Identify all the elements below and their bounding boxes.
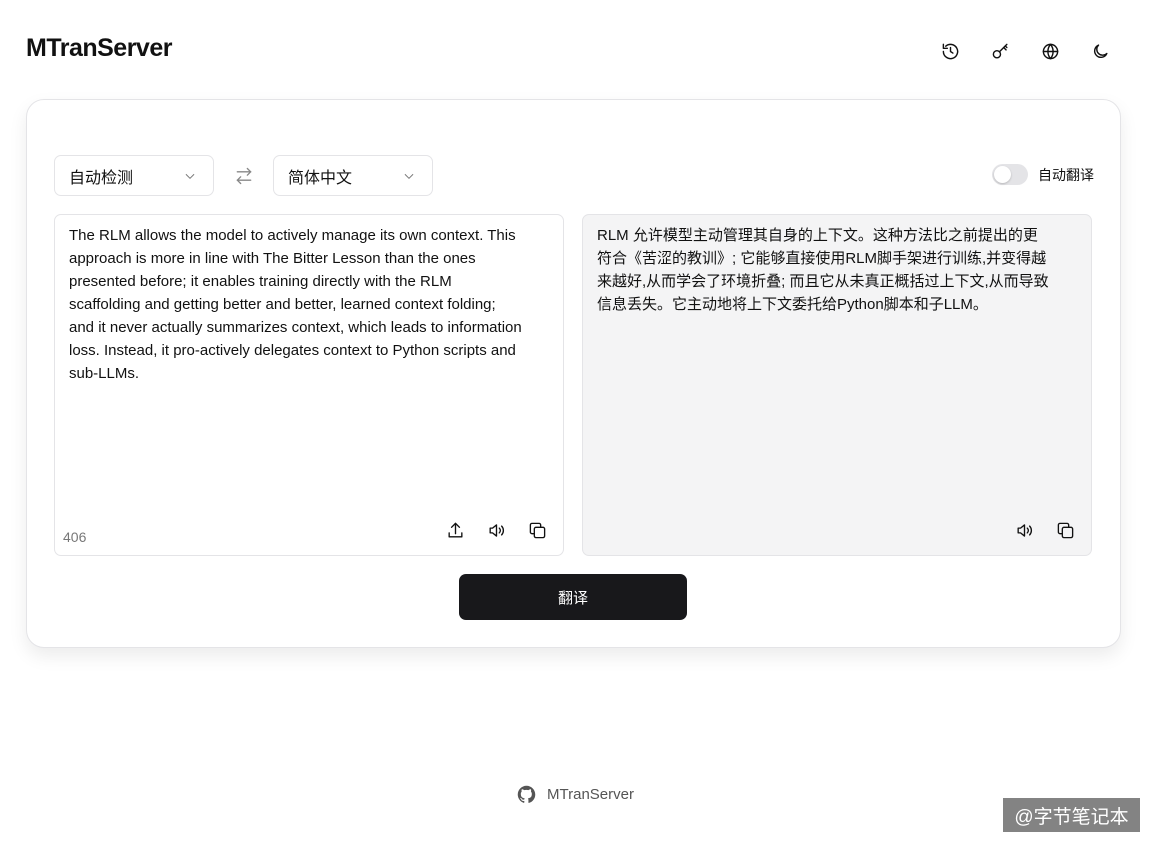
chevron-down-icon <box>402 169 416 188</box>
copy-icon <box>1057 522 1073 538</box>
copy-source-button[interactable] <box>527 520 547 540</box>
speaker-icon <box>488 523 504 537</box>
history-button[interactable] <box>932 36 968 66</box>
copy-icon <box>529 522 545 538</box>
language-button[interactable] <box>1032 36 1068 66</box>
speak-source-button[interactable] <box>486 520 506 540</box>
watermark: @字节笔记本 <box>1003 798 1140 832</box>
speak-translation-button[interactable] <box>1014 520 1034 540</box>
translate-button[interactable]: 翻译 <box>459 574 687 620</box>
speaker-icon <box>1016 523 1032 537</box>
upload-icon <box>447 522 463 538</box>
source-language-value: 自动检测 <box>69 169 134 187</box>
copy-translation-button[interactable] <box>1055 520 1075 540</box>
translated-text-panel: RLM 允许模型主动管理其自身的上下文。这种方法比之前提出的更 符合《苦涩的教训… <box>582 214 1092 556</box>
globe-icon <box>1042 43 1058 59</box>
source-panel-tools <box>445 520 547 540</box>
source-text-panel[interactable]: The RLM allows the model to actively man… <box>54 214 564 556</box>
auto-translate-control: 自动翻译 <box>992 164 1094 185</box>
auto-translate-label: 自动翻译 <box>1038 166 1094 183</box>
history-icon <box>942 43 958 59</box>
character-count: 406 <box>63 529 87 545</box>
theme-toggle-button[interactable] <box>1082 36 1118 66</box>
chevron-down-icon <box>183 169 197 188</box>
swap-languages-button[interactable] <box>231 163 257 189</box>
github-icon <box>517 785 536 803</box>
api-key-button[interactable] <box>982 36 1018 66</box>
app-header: MTranServer <box>0 0 1151 100</box>
target-language-select[interactable]: 简体中文 <box>273 155 433 196</box>
translated-text-output: RLM 允许模型主动管理其自身的上下文。这种方法比之前提出的更 符合《苦涩的教训… <box>597 227 1049 313</box>
target-language-value: 简体中文 <box>288 169 353 187</box>
auto-translate-toggle[interactable] <box>992 164 1028 185</box>
key-icon <box>992 43 1008 59</box>
translator-card: 自动检测 简体中文 自动翻译 The RLM allows the model … <box>26 99 1121 648</box>
header-actions <box>932 36 1118 66</box>
source-text-input[interactable]: The RLM allows the model to actively man… <box>69 224 533 385</box>
source-language-select[interactable]: 自动检测 <box>54 155 214 196</box>
github-link[interactable]: MTranServer <box>516 784 634 805</box>
target-panel-tools <box>1014 520 1075 540</box>
moon-icon <box>1093 43 1108 58</box>
upload-button[interactable] <box>445 520 465 540</box>
toggle-knob <box>994 166 1011 183</box>
app-title: MTranServer <box>26 34 172 62</box>
github-link-label: MTranServer <box>547 786 634 803</box>
swap-icon <box>236 167 252 185</box>
